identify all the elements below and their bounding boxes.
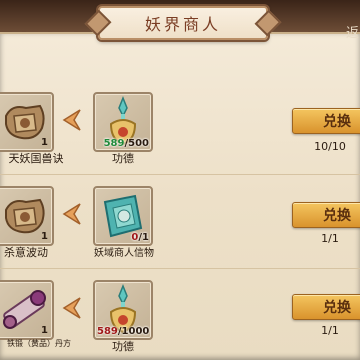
exchange-button[interactable]: 兑换 [292,202,360,228]
exchange-arrow-icon [62,297,81,319]
exchange-arrow-icon [62,203,81,225]
cost-current: 589 [97,326,118,337]
exchange-button[interactable]: 兑换 [292,294,360,320]
exchange-limit: 1/1 [321,232,339,245]
cost-current: 589 [103,138,125,149]
cost-progress: 0/1 [97,232,149,243]
target-item-name: 天妖国兽诀 [8,152,64,165]
exchange-limit: 10/10 [314,140,346,153]
exchange-row-1: 1 天妖国兽诀 589/500 功德 兑换 10/10 [0,84,360,170]
cost-required: /1 [138,232,149,243]
row-divider [0,174,360,175]
target-item-name: 铁锻（黄品）丹方 [7,339,71,348]
exchange-row-2: 1 杀意波动 0/1 妖域商人信物 兑换 1/1 [0,178,360,264]
item-count: 1 [41,231,48,242]
cost-required: /500 [124,138,149,149]
exchange-limit: 1/1 [321,324,339,337]
back-button[interactable]: 返 [346,22,360,44]
cost-item-slot[interactable]: 589/1000 [93,280,153,340]
item-count: 1 [41,137,48,148]
cost-item-slot[interactable]: 0/1 [93,186,153,246]
cost-item-slot[interactable]: 589/500 [93,92,153,152]
target-item-slot[interactable]: 1 [0,186,54,246]
target-item-slot[interactable]: 1 [0,280,54,340]
page-title: 妖界商人 [144,15,221,34]
title-banner: 妖界商人 [98,6,268,40]
cost-item-name: 功德 [112,152,134,165]
row-divider [0,268,360,269]
cost-item-name: 妖域商人信物 [94,248,154,259]
target-item-slot[interactable]: 1 [0,92,54,152]
item-count: 1 [41,325,48,336]
cost-progress: 589/500 [97,138,149,149]
exchange-row-3: 1 铁锻（黄品）丹方 589/1000 功德 兑换 1/1 [0,272,360,358]
exchange-button[interactable]: 兑换 [292,108,360,134]
cost-progress: 589/1000 [97,326,149,337]
cost-required: /1000 [117,326,150,337]
cost-item-name: 功德 [112,340,134,353]
exchange-arrow-icon [62,109,81,131]
target-item-name: 杀意波动 [4,246,48,259]
